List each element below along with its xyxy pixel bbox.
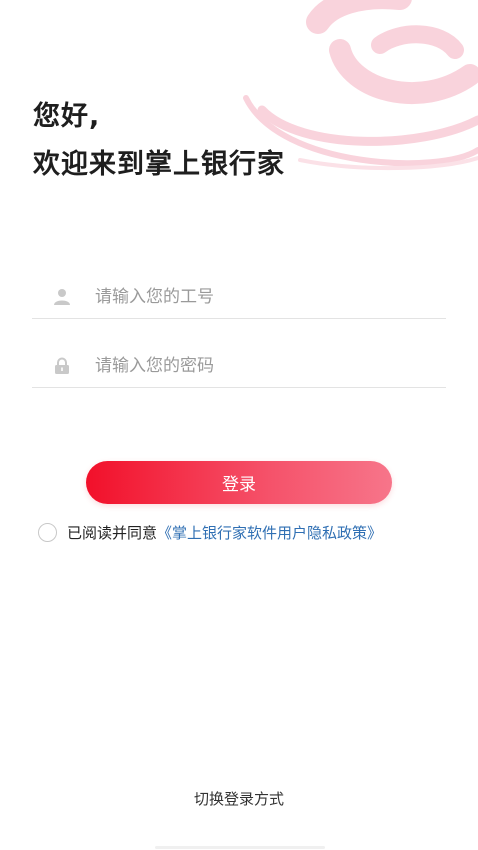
agreement-checkbox[interactable] — [38, 523, 57, 542]
username-field-row — [32, 276, 446, 319]
lock-icon — [52, 356, 72, 376]
agreement-text: 已阅读并同意 — [67, 524, 158, 542]
user-icon — [52, 287, 72, 307]
login-button[interactable]: 登录 — [86, 461, 392, 504]
greeting-hello: 您好, — [33, 101, 101, 132]
greeting: 您好, 欢迎来到掌上银行家 — [33, 103, 285, 178]
switch-login-method[interactable]: 切换登录方式 — [0, 788, 478, 809]
greeting-welcome: 欢迎来到掌上银行家 — [33, 149, 285, 180]
password-input[interactable] — [93, 355, 446, 377]
username-input[interactable] — [93, 286, 446, 308]
agreement-row: 已阅读并同意 《掌上银行家软件用户隐私政策》 — [38, 522, 382, 543]
password-field-row — [32, 345, 446, 388]
privacy-policy-link[interactable]: 《掌上银行家软件用户隐私政策》 — [157, 522, 382, 543]
home-indicator — [155, 846, 325, 849]
